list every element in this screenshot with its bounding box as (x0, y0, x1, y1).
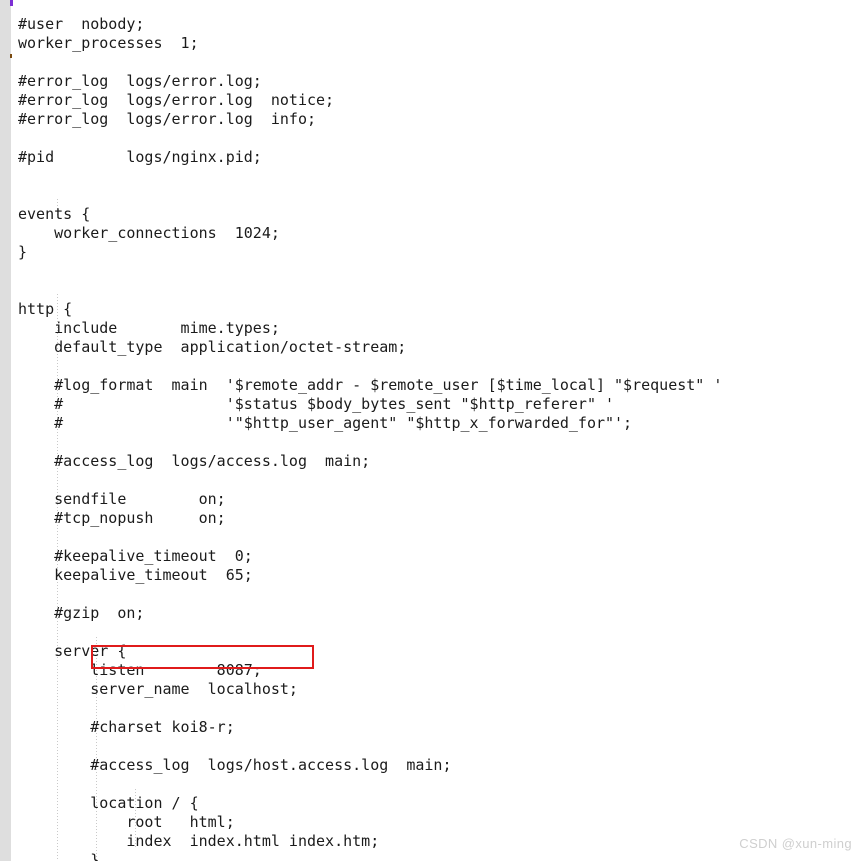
code-line[interactable]: #tcp_nopush on; (18, 509, 722, 528)
code-line[interactable] (18, 699, 722, 718)
code-line[interactable] (18, 585, 722, 604)
code-line[interactable]: root html; (18, 813, 722, 832)
code-line[interactable]: #charset koi8-r; (18, 718, 722, 737)
code-line[interactable] (18, 129, 722, 148)
code-line[interactable]: server_name localhost; (18, 680, 722, 699)
code-line[interactable] (18, 471, 722, 490)
code-line[interactable]: #access_log logs/host.access.log main; (18, 756, 722, 775)
code-line[interactable]: # '"$http_user_agent" "$http_x_forwarded… (18, 414, 722, 433)
code-line[interactable] (18, 186, 722, 205)
code-line[interactable] (18, 528, 722, 547)
change-marker-icon[interactable] (10, 54, 12, 58)
code-line[interactable]: worker_connections 1024; (18, 224, 722, 243)
code-line[interactable] (18, 262, 722, 281)
code-line[interactable] (18, 775, 722, 794)
code-line[interactable] (18, 167, 722, 186)
code-line[interactable]: events { (18, 205, 722, 224)
editor-gutter[interactable] (0, 0, 11, 861)
code-line[interactable]: #access_log logs/access.log main; (18, 452, 722, 471)
code-line[interactable]: server { (18, 642, 722, 661)
watermark-label: CSDN @xun-ming (739, 836, 852, 851)
code-line[interactable]: #user nobody; (18, 15, 722, 34)
code-line[interactable]: listen 8087; (18, 661, 722, 680)
code-line[interactable]: worker_processes 1; (18, 34, 722, 53)
code-line[interactable]: } (18, 851, 722, 861)
code-line[interactable] (18, 357, 722, 376)
code-line[interactable]: #error_log logs/error.log info; (18, 110, 722, 129)
code-line[interactable]: sendfile on; (18, 490, 722, 509)
code-line[interactable]: keepalive_timeout 65; (18, 566, 722, 585)
code-line[interactable]: #error_log logs/error.log; (18, 72, 722, 91)
code-editor-surface[interactable]: #user nobody; worker_processes 1; #error_… (0, 0, 864, 861)
code-line[interactable]: #pid logs/nginx.pid; (18, 148, 722, 167)
code-line[interactable] (18, 53, 722, 72)
code-line[interactable] (18, 433, 722, 452)
code-line[interactable]: } (18, 243, 722, 262)
code-line[interactable] (18, 623, 722, 642)
code-line[interactable]: default_type application/octet-stream; (18, 338, 722, 357)
code-content[interactable]: #user nobody; worker_processes 1; #error_… (18, 15, 722, 861)
code-line[interactable]: #log_format main '$remote_addr - $remote… (18, 376, 722, 395)
code-line[interactable]: include mime.types; (18, 319, 722, 338)
code-line[interactable]: #gzip on; (18, 604, 722, 623)
code-line[interactable]: # '$status $body_bytes_sent "$http_refer… (18, 395, 722, 414)
code-line[interactable] (18, 281, 722, 300)
code-line[interactable]: index index.html index.htm; (18, 832, 722, 851)
code-line[interactable]: http { (18, 300, 722, 319)
code-line[interactable] (18, 737, 722, 756)
code-line[interactable]: #error_log logs/error.log notice; (18, 91, 722, 110)
code-line[interactable]: #keepalive_timeout 0; (18, 547, 722, 566)
code-line[interactable]: location / { (18, 794, 722, 813)
bookmark-marker-icon[interactable] (10, 0, 13, 6)
